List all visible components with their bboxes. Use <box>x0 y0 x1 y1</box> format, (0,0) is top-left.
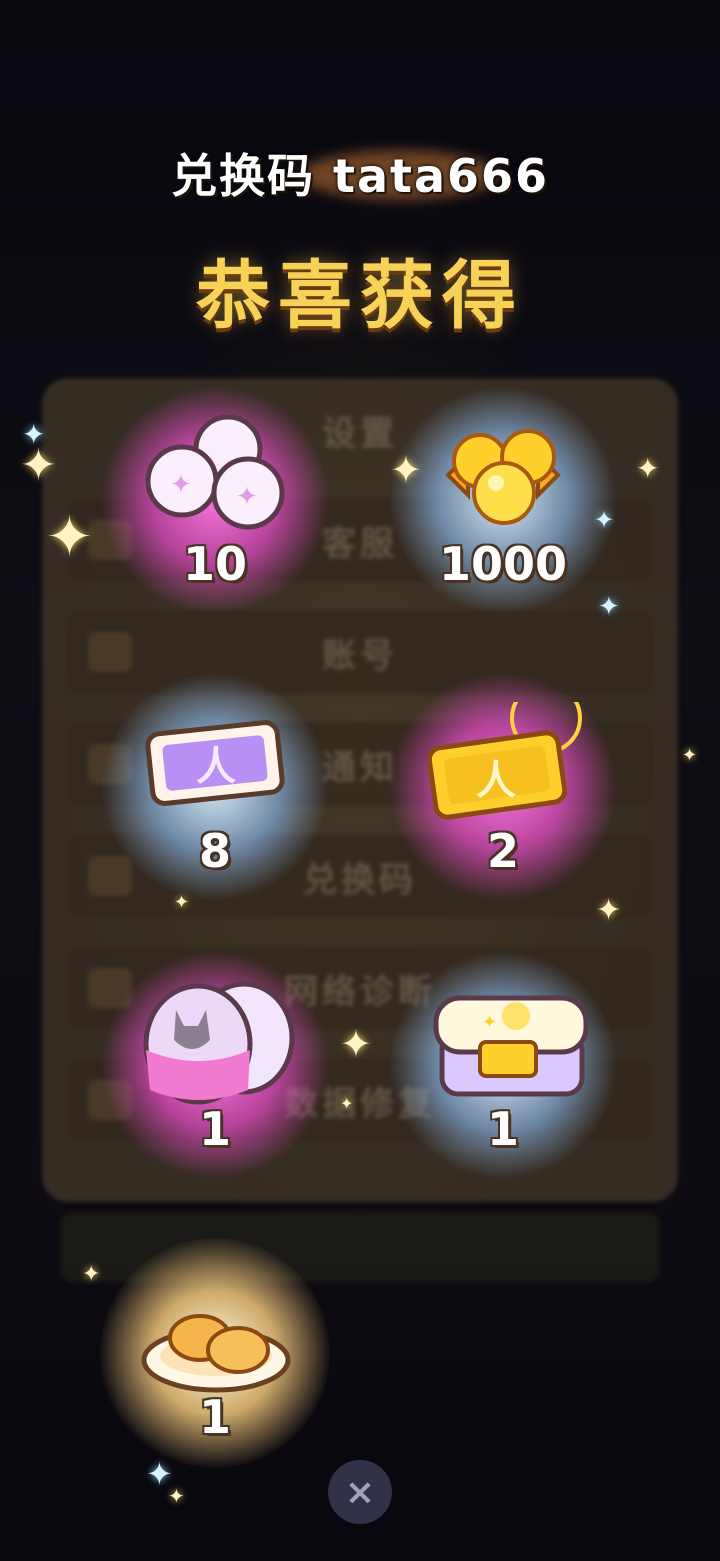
sparkle-icon: ✦ <box>596 893 622 928</box>
sparkle-icon: ✦ <box>390 448 422 492</box>
gold-coins-icon <box>445 429 561 525</box>
sparkle-icon: ✦ <box>636 452 660 485</box>
sparkle-icon: ✦ <box>46 505 93 570</box>
svg-text:✦: ✦ <box>236 482 258 512</box>
sparkle-icon: ✦ <box>598 592 620 622</box>
sparkle-icon: ✦ <box>340 1022 372 1066</box>
reward-treasure-box: ✦ 1 <box>388 950 618 1200</box>
reward-count: 2 <box>486 824 519 878</box>
sparkle-icon: ✦ <box>22 418 46 451</box>
reward-white-orbs: ✦ ✦ 10 <box>100 385 330 635</box>
orbs-icon: ✦ ✦ <box>145 415 285 530</box>
svg-text:人: 人 <box>196 744 236 790</box>
reward-count: 10 <box>182 537 247 591</box>
sparkle-icon: ✦ <box>168 1484 185 1508</box>
sparkle-icon: ✦ <box>174 892 190 913</box>
reward-gold-coins: 1000 <box>388 385 618 635</box>
congrats-title: 恭喜获得 <box>196 253 524 339</box>
reward-count: 1000 <box>438 537 568 591</box>
sparkle-icon: ✦ <box>594 506 615 534</box>
sparkle-icon: ✦ <box>340 1094 354 1113</box>
svg-text:人: 人 <box>476 758 516 804</box>
treasure-box-icon: ✦ <box>433 995 588 1097</box>
reward-gold-ticket: 人 2 <box>388 672 618 922</box>
svg-text:✦: ✦ <box>170 470 192 500</box>
reward-purple-ticket: 人 8 <box>100 672 330 922</box>
capsule-icon <box>143 981 295 1105</box>
reward-count: 1 <box>486 1102 519 1156</box>
close-button[interactable]: × <box>328 1460 392 1524</box>
svg-text:✦: ✦ <box>482 1012 497 1033</box>
redeem-code-title: 兑换码 tata666 <box>170 149 550 203</box>
sparkle-icon: ✦ <box>682 745 698 766</box>
reward-bread-plate: 1 <box>100 1238 330 1488</box>
reward-count: 1 <box>198 1390 231 1444</box>
reward-capsule: 1 <box>100 950 330 1200</box>
sparkle-icon: ✦ <box>82 1262 101 1287</box>
bread-plate-icon <box>141 1314 291 1393</box>
purple-ticket-icon: 人 <box>145 720 285 806</box>
reward-count: 1 <box>198 1102 231 1156</box>
reward-count: 8 <box>198 824 231 878</box>
gold-ticket-icon: 人 <box>428 702 582 820</box>
close-icon: × <box>344 1471 376 1513</box>
